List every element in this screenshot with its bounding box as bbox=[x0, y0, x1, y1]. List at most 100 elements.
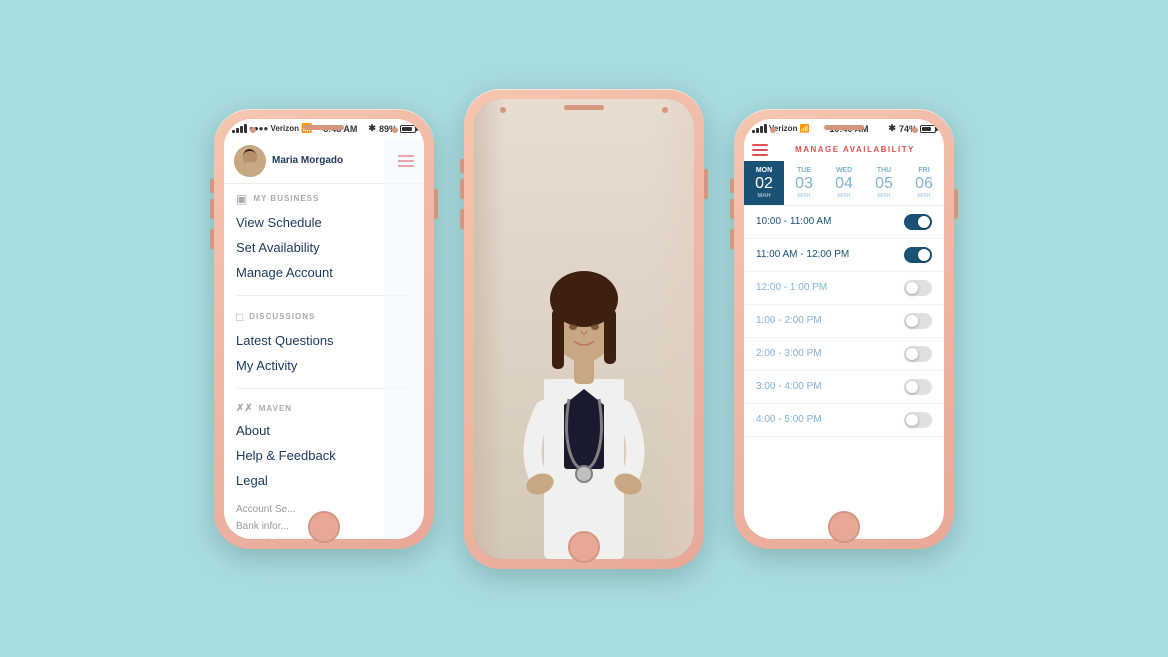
time-label-1300: 1:00 - 2:00 PM bbox=[756, 315, 822, 326]
calendar-row: MON 02 MAR TUE 03 MAR WED 04 MAR bbox=[744, 161, 944, 205]
cal-day-wed-name: WED bbox=[826, 167, 862, 174]
front-camera-3 bbox=[770, 127, 776, 133]
phone-3-availability: Verizon 📶 10:40 AM ✱ 74% bbox=[734, 109, 954, 549]
toggle-1300[interactable] bbox=[904, 313, 932, 329]
time-label: 8:43 AM bbox=[323, 124, 357, 134]
avatar[interactable] bbox=[234, 145, 266, 177]
volume-down bbox=[210, 229, 214, 249]
time-slot-1100: 11:00 AM - 12:00 PM bbox=[744, 239, 944, 272]
cal-day-tue-month: MAR bbox=[786, 193, 822, 199]
video-area[interactable] bbox=[474, 99, 694, 559]
bt-icon-3: ✱ bbox=[888, 123, 896, 134]
signal-icon-3 bbox=[752, 124, 767, 133]
silent-switch bbox=[210, 179, 214, 193]
time-slot-1400: 2:00 - 3:00 PM bbox=[744, 338, 944, 371]
cal-day-tue[interactable]: TUE 03 MAR bbox=[784, 161, 824, 205]
phone-3-screen: Verizon 📶 10:40 AM ✱ 74% bbox=[744, 119, 944, 539]
front-camera-2 bbox=[500, 107, 506, 113]
cal-day-wed[interactable]: WED 04 MAR bbox=[824, 161, 864, 205]
time-label-1600: 4:00 - 5:00 PM bbox=[756, 414, 822, 425]
time-label-1000: 10:00 - 11:00 AM bbox=[756, 216, 831, 227]
phones-container: ●●●● Verizon 📶 8:43 AM ✱ 89% bbox=[194, 69, 974, 589]
cal-day-thu-num: 05 bbox=[866, 174, 902, 193]
user-name: Maria Morgado bbox=[272, 155, 398, 166]
time-label-1500: 3:00 - 4:00 PM bbox=[756, 381, 822, 392]
power-button bbox=[434, 189, 438, 219]
menu-screen: Maria Morgado ▣ MY BUSINESS View Schedul… bbox=[224, 139, 424, 539]
cal-day-mon-name: MON bbox=[746, 167, 782, 174]
toggle-1600[interactable] bbox=[904, 412, 932, 428]
maven-icon: ✗✗ bbox=[236, 403, 253, 414]
cal-day-mon-num: 02 bbox=[746, 174, 782, 193]
time-label-1100: 11:00 AM - 12:00 PM bbox=[756, 249, 849, 260]
cal-day-mon[interactable]: MON 02 MAR bbox=[744, 161, 784, 205]
front-camera bbox=[250, 127, 256, 133]
volume-down-2 bbox=[460, 209, 464, 229]
cal-day-thu-month: MAR bbox=[866, 193, 902, 199]
home-button-3[interactable] bbox=[828, 511, 860, 543]
toggle-1100[interactable] bbox=[904, 247, 932, 263]
volume-up-3 bbox=[730, 199, 734, 219]
toggle-1400[interactable] bbox=[904, 346, 932, 362]
cal-day-tue-num: 03 bbox=[786, 174, 822, 193]
cal-day-wed-num: 04 bbox=[826, 174, 862, 193]
volume-up-2 bbox=[460, 179, 464, 199]
time-slot-1000: 10:00 - 11:00 AM bbox=[744, 206, 944, 239]
menu-bg-panel bbox=[384, 139, 424, 539]
cal-day-mon-month: MAR bbox=[746, 193, 782, 199]
bt-icon: ✱ bbox=[368, 123, 376, 134]
front-sensor-3 bbox=[912, 127, 918, 133]
time-slot-1500: 3:00 - 4:00 PM bbox=[744, 371, 944, 404]
doctor-figure bbox=[484, 179, 684, 559]
cal-day-tue-name: TUE bbox=[786, 167, 822, 174]
silent-switch-2 bbox=[460, 159, 464, 173]
my-business-label: MY BUSINESS bbox=[253, 194, 319, 203]
carrier-label: ●●●● Verizon bbox=[249, 124, 299, 133]
time-slot-1300: 1:00 - 2:00 PM bbox=[744, 305, 944, 338]
wifi-icon-3: 📶 bbox=[799, 124, 809, 133]
cal-day-fri-month: MAR bbox=[906, 193, 942, 199]
phone-2-video bbox=[464, 89, 704, 569]
cal-day-fri-num: 06 bbox=[906, 174, 942, 193]
time-slot-1200: 12:00 - 1:00 PM bbox=[744, 272, 944, 305]
home-button-2[interactable] bbox=[568, 531, 600, 563]
wifi-icon: 📶 bbox=[301, 123, 312, 134]
maven-label: MAVEN bbox=[259, 404, 292, 413]
volume-down-3 bbox=[730, 229, 734, 249]
cal-day-fri[interactable]: FRI 06 MAR bbox=[904, 161, 944, 205]
phone-2-screen bbox=[474, 99, 694, 559]
availability-header: MANAGE AVAILABILITY bbox=[744, 139, 944, 161]
avatar-image bbox=[234, 145, 266, 177]
battery-icon-3 bbox=[920, 125, 936, 133]
availability-screen: Verizon 📶 10:40 AM ✱ 74% bbox=[744, 119, 944, 539]
calendar-icon: ▣ bbox=[236, 192, 247, 206]
discussions-label: DISCUSSIONS bbox=[249, 312, 315, 321]
power-button-2 bbox=[704, 169, 708, 199]
volume-up bbox=[210, 199, 214, 219]
toggle-1200[interactable] bbox=[904, 280, 932, 296]
video-screen bbox=[474, 99, 694, 559]
time-label-1200: 12:00 - 1:00 PM bbox=[756, 282, 827, 293]
toggle-1500[interactable] bbox=[904, 379, 932, 395]
time-slot-1600: 4:00 - 5:00 PM bbox=[744, 404, 944, 437]
cal-day-fri-name: FRI bbox=[906, 167, 942, 174]
time-slots-list: 10:00 - 11:00 AM 11:00 AM - 12:00 PM 12:… bbox=[744, 206, 944, 539]
availability-title: MANAGE AVAILABILITY bbox=[774, 145, 936, 154]
chat-icon: □ bbox=[236, 310, 243, 324]
battery-icon bbox=[400, 125, 416, 133]
time-label-3: 10:40 AM bbox=[829, 124, 868, 134]
signal-icon bbox=[232, 124, 247, 133]
silent-switch-3 bbox=[730, 179, 734, 193]
cal-day-wed-month: MAR bbox=[826, 193, 862, 199]
cal-day-thu-name: THU bbox=[866, 167, 902, 174]
phone-1-screen: ●●●● Verizon 📶 8:43 AM ✱ 89% bbox=[224, 119, 424, 539]
power-button-3 bbox=[954, 189, 958, 219]
front-sensor bbox=[392, 127, 398, 133]
phone-1-menu: ●●●● Verizon 📶 8:43 AM ✱ 89% bbox=[214, 109, 434, 549]
hamburger-button-3[interactable] bbox=[752, 144, 768, 156]
cal-day-thu[interactable]: THU 05 MAR bbox=[864, 161, 904, 205]
home-button-1[interactable] bbox=[308, 511, 340, 543]
front-sensor-2 bbox=[662, 107, 668, 113]
time-label-1400: 2:00 - 3:00 PM bbox=[756, 348, 822, 359]
toggle-1000[interactable] bbox=[904, 214, 932, 230]
